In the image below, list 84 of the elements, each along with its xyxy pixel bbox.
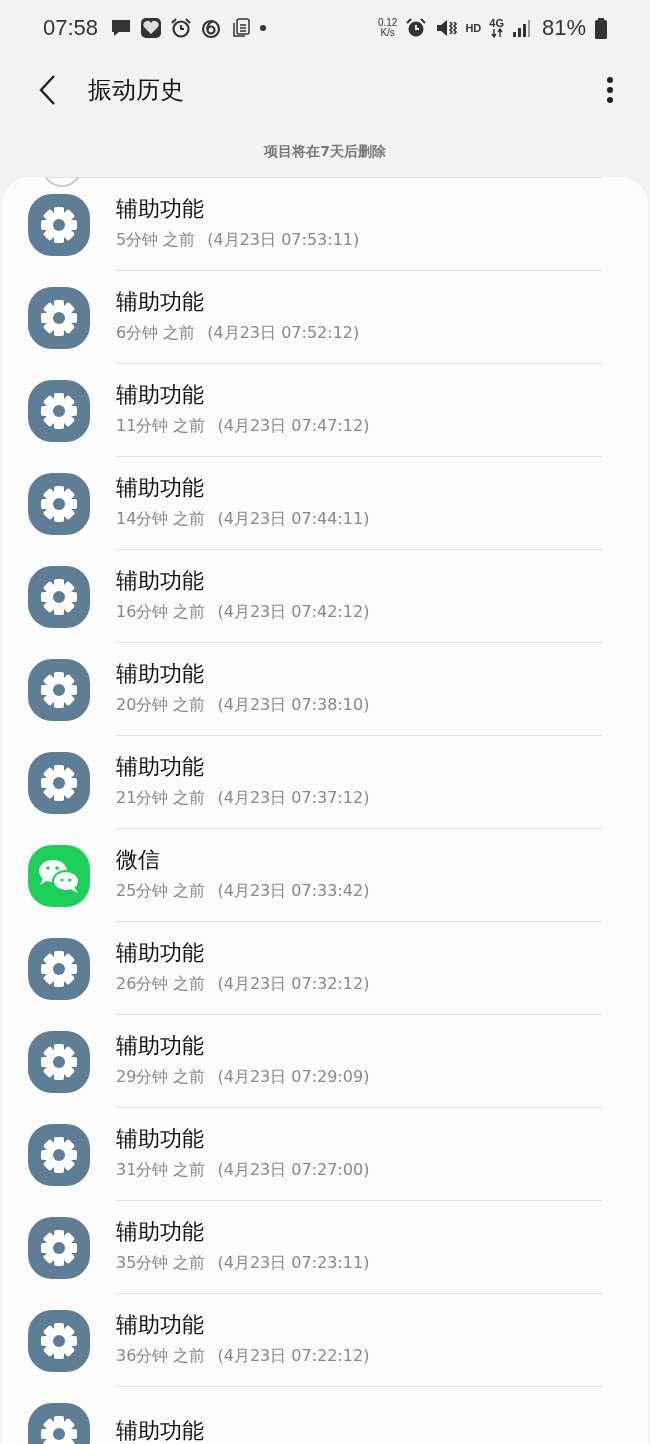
timestamp: (4月23日 07:33:42) xyxy=(217,880,370,902)
hd-label: HD xyxy=(465,21,482,34)
network-label: 4G xyxy=(489,17,504,28)
time-ago: 11分钟 之前 xyxy=(116,415,206,437)
history-item[interactable]: 辅助功能 16分钟 之前 (4月23日 07:42:12) xyxy=(2,550,648,643)
chat-bubbles-icon xyxy=(28,844,90,907)
time-ago: 26分钟 之前 xyxy=(116,973,206,995)
timestamp: (4月23日 07:53:11) xyxy=(207,229,360,251)
app-name: 辅助功能 xyxy=(116,1310,205,1339)
history-item[interactable]: 辅助功能 35分钟 之前 (4月23日 07:23:11) xyxy=(2,1201,648,1294)
history-item[interactable]: 辅助功能 14分钟 之前 (4月23日 07:44:11) xyxy=(2,457,648,550)
history-item[interactable]: 微信 25分钟 之前 (4月23日 07:33:42) xyxy=(2,829,648,922)
timestamp: (4月23日 07:23:11) xyxy=(217,1252,370,1274)
time-ago: 5分钟 之前 xyxy=(116,229,196,251)
timestamp: (4月23日 07:32:12) xyxy=(217,973,370,995)
gear-icon xyxy=(28,565,90,628)
history-item[interactable]: 辅助功能 xyxy=(2,1387,648,1444)
back-icon[interactable] xyxy=(38,75,56,105)
time-ago: 29分钟 之前 xyxy=(116,1066,206,1088)
gear-icon xyxy=(28,472,90,535)
copy-icon xyxy=(230,16,253,39)
time-ago: 31分钟 之前 xyxy=(116,1159,206,1181)
page-title: 振动历史 xyxy=(88,75,185,106)
timestamp: (4月23日 07:52:12) xyxy=(207,322,360,344)
gear-icon xyxy=(28,1030,90,1093)
time-ago: 20分钟 之前 xyxy=(116,694,206,716)
data-arrows-icon xyxy=(490,27,503,38)
history-item[interactable]: 辅助功能 5分钟 之前 (4月23日 07:53:11) xyxy=(2,178,648,271)
history-item[interactable]: 辅助功能 6分钟 之前 (4月23日 07:52:12) xyxy=(2,271,648,364)
app-name: 辅助功能 xyxy=(116,659,205,688)
heart-app-icon xyxy=(140,16,163,39)
history-item[interactable]: 辅助功能 31分钟 之前 (4月23日 07:27:00) xyxy=(2,1108,648,1201)
history-item[interactable]: 辅助功能 36分钟 之前 (4月23日 07:22:12) xyxy=(2,1294,648,1387)
time-ago: 35分钟 之前 xyxy=(116,1252,206,1274)
gear-icon xyxy=(28,751,90,814)
gear-icon xyxy=(28,658,90,721)
alarm-icon xyxy=(170,16,193,39)
history-item[interactable]: 辅助功能 29分钟 之前 (4月23日 07:29:09) xyxy=(2,1015,648,1108)
app-name: 辅助功能 xyxy=(116,1124,205,1153)
timestamp: (4月23日 07:29:09) xyxy=(217,1066,370,1088)
time-ago: 16分钟 之前 xyxy=(116,601,206,623)
timestamp: (4月23日 07:38:10) xyxy=(217,694,370,716)
app-name: 辅助功能 xyxy=(116,566,205,595)
timestamp: (4月23日 07:44:11) xyxy=(217,508,370,530)
app-name: 辅助功能 xyxy=(116,1031,205,1060)
status-time: 07:58 xyxy=(43,14,99,41)
app-name: 辅助功能 xyxy=(116,1217,205,1246)
app-name: 微信 xyxy=(116,845,161,874)
dot-icon xyxy=(260,24,267,31)
gear-icon xyxy=(28,1216,90,1279)
battery-percent: 81% xyxy=(541,14,586,41)
timestamp: (4月23日 07:47:12) xyxy=(217,415,370,437)
gear-icon xyxy=(28,937,90,1000)
app-name: 辅助功能 xyxy=(116,473,205,502)
gear-icon xyxy=(28,286,90,349)
app-name: 辅助功能 xyxy=(116,194,205,223)
gear-icon xyxy=(28,193,90,256)
net-speed-value: 0.12 xyxy=(377,17,398,28)
time-ago: 21分钟 之前 xyxy=(116,787,206,809)
timestamp: (4月23日 07:22:12) xyxy=(217,1345,370,1367)
history-item[interactable]: 辅助功能 20分钟 之前 (4月23日 07:38:10) xyxy=(2,643,648,736)
history-item[interactable]: 辅助功能 21分钟 之前 (4月23日 07:37:12) xyxy=(2,736,648,829)
app-name: 辅助功能 xyxy=(116,287,205,316)
timestamp: (4月23日 07:27:00) xyxy=(217,1159,370,1181)
retention-note: 项目将在7天后删除 xyxy=(264,143,386,161)
history-item[interactable]: 辅助功能 11分钟 之前 (4月23日 07:47:12) xyxy=(2,364,648,457)
gear-icon xyxy=(28,1309,90,1372)
net-speed-unit: K/s xyxy=(380,27,395,38)
history-item[interactable]: 辅助功能 26分钟 之前 (4月23日 07:32:12) xyxy=(2,922,648,1015)
app-name: 辅助功能 xyxy=(116,380,205,409)
time-ago: 14分钟 之前 xyxy=(116,508,206,530)
alarm-icon xyxy=(405,16,428,39)
battery-icon xyxy=(594,16,608,39)
gear-icon xyxy=(28,1123,90,1186)
more-menu-icon[interactable] xyxy=(606,76,614,104)
timestamp: (4月23日 07:37:12) xyxy=(217,787,370,809)
time-ago: 6分钟 之前 xyxy=(116,322,196,344)
gear-icon xyxy=(28,379,90,442)
app-name: 辅助功能 xyxy=(116,938,205,967)
time-ago: 25分钟 之前 xyxy=(116,880,206,902)
time-ago: 36分钟 之前 xyxy=(116,1345,206,1367)
app-name: 辅助功能 xyxy=(116,1417,205,1444)
timestamp: (4月23日 07:42:12) xyxy=(217,601,370,623)
app-name: 辅助功能 xyxy=(116,752,205,781)
